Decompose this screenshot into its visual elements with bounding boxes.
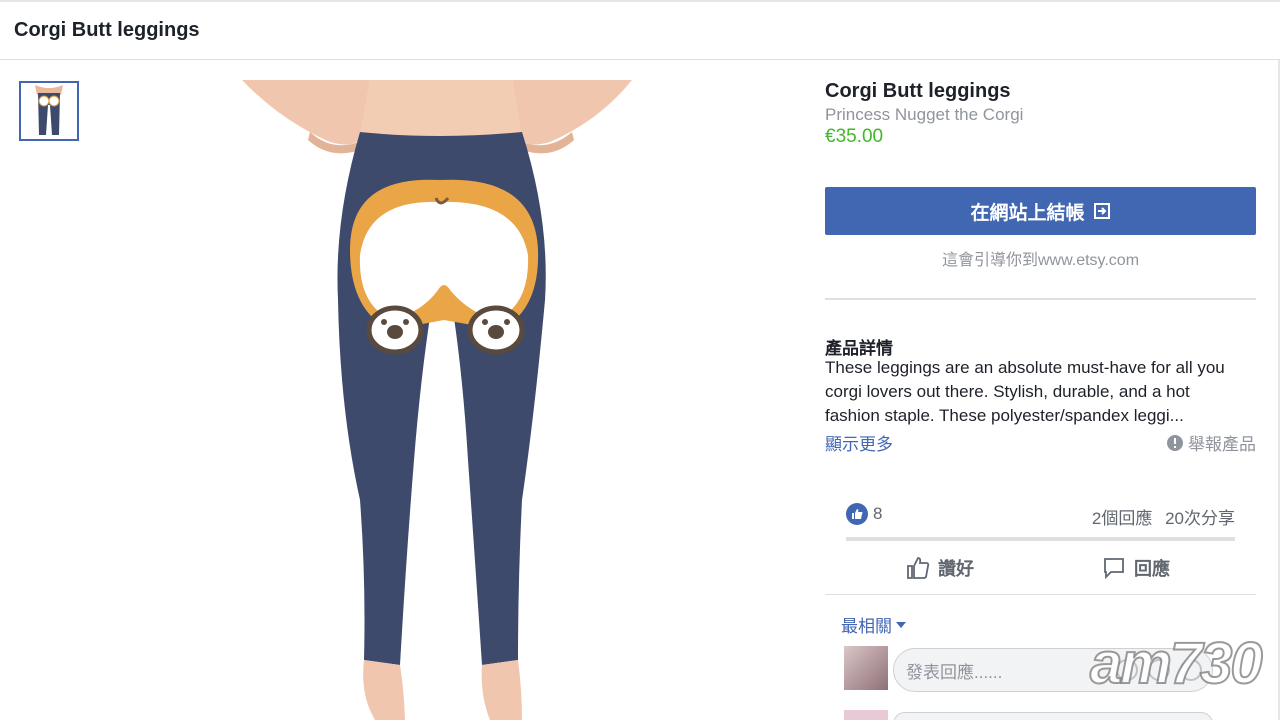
top-bar: Corgi Butt leggings	[0, 0, 1280, 60]
checkout-button-label: 在網站上結帳	[970, 202, 1085, 224]
avatar[interactable]	[844, 646, 888, 690]
comment-sort-label: 最相關	[841, 617, 892, 636]
comment-sort-dropdown[interactable]: 最相關	[841, 612, 906, 637]
reactions-summary: 8 2個回應 20次分享	[846, 500, 1235, 530]
report-flag-icon	[1167, 434, 1183, 451]
seller-name[interactable]: Princess Nugget the Corgi	[825, 105, 1023, 125]
watermark-logo: am730	[1089, 630, 1264, 697]
action-bar: 讚好 回應	[846, 550, 1235, 586]
redirect-note: 這會引導你到www.etsy.com	[941, 252, 1140, 269]
show-more-link[interactable]: 顯示更多	[825, 430, 893, 455]
engagement-stats: 2個回應 20次分享	[1084, 504, 1235, 529]
comment-button-label: 回應	[1134, 559, 1170, 579]
product-title: Corgi Butt leggings	[825, 80, 1011, 102]
report-product-link[interactable]: 舉報產品	[1166, 430, 1256, 455]
caret-down-icon	[896, 621, 906, 628]
like-button-label: 讚好	[938, 559, 974, 579]
leggings-thumbnail-icon	[21, 83, 77, 139]
divider	[825, 298, 1256, 300]
product-price: €35.00	[825, 126, 884, 147]
thumbs-up-icon	[907, 557, 930, 579]
comment-bubble-icon	[1104, 558, 1124, 580]
page-title: Corgi Butt leggings	[14, 19, 200, 41]
like-reaction-icon	[846, 503, 868, 525]
divider	[846, 537, 1235, 541]
checkout-on-website-button[interactable]: 在網站上結帳	[825, 187, 1256, 235]
divider	[825, 594, 1256, 595]
external-link-icon	[1093, 203, 1110, 219]
corgi-leggings-photo-icon	[242, 80, 632, 720]
comment-input-placeholder: 發表回應......	[906, 662, 1003, 682]
like-count[interactable]: 8	[873, 504, 882, 524]
comment-input	[893, 712, 1213, 720]
product-thumbnail[interactable]	[19, 81, 79, 141]
report-product-label: 舉報產品	[1188, 435, 1256, 454]
comment-button[interactable]: 回應	[1102, 550, 1170, 586]
product-main-image	[200, 80, 680, 720]
comment-count[interactable]: 2個回應	[1092, 509, 1152, 528]
avatar	[844, 710, 888, 720]
product-details-text: These leggings are an absolute must-have…	[825, 358, 1225, 425]
like-button[interactable]: 讚好	[906, 550, 974, 586]
share-count[interactable]: 20次分享	[1165, 509, 1235, 528]
